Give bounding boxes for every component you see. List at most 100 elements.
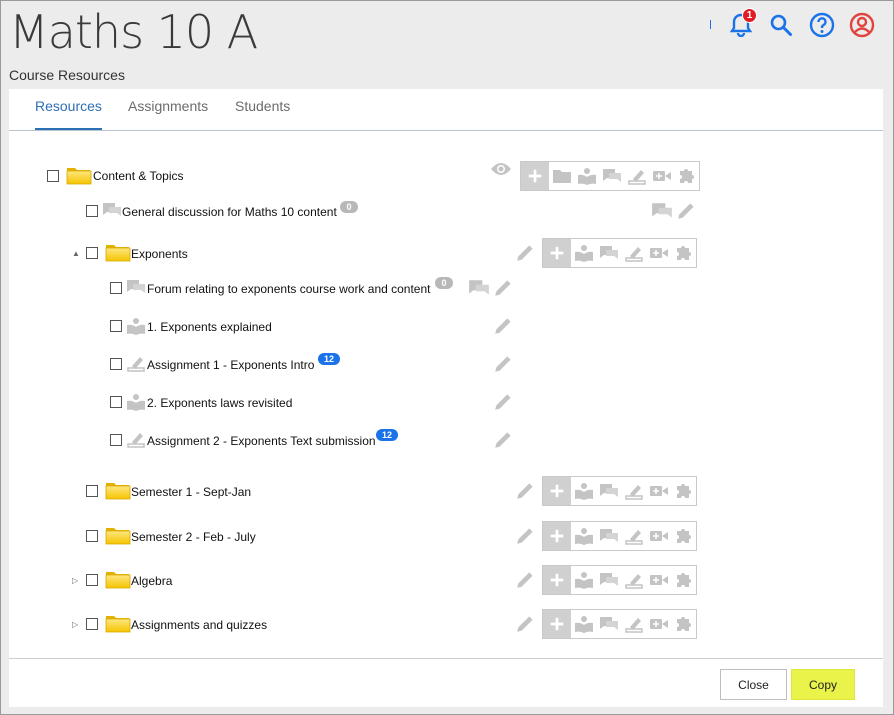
pencil-icon[interactable] <box>515 479 537 501</box>
select-checkbox[interactable] <box>110 358 122 370</box>
pencil-icon[interactable] <box>493 390 515 412</box>
add-video-button[interactable] <box>646 477 671 505</box>
add-forum-button[interactable] <box>596 566 621 594</box>
book-icon <box>574 244 594 262</box>
add-assignment-button[interactable] <box>624 162 649 190</box>
add-button[interactable] <box>543 610 571 638</box>
add-button[interactable] <box>543 522 571 550</box>
select-checkbox[interactable] <box>86 574 98 586</box>
add-button[interactable] <box>543 566 571 594</box>
tree-item-label[interactable]: Semester 1 - Sept-Jan <box>131 485 251 499</box>
add-assignment-button[interactable] <box>621 522 646 550</box>
tree-item-label[interactable]: 2. Exponents laws revisited <box>147 396 292 410</box>
tree-item-label[interactable]: Assignments and quizzes <box>131 618 267 632</box>
add-plugin-button[interactable] <box>671 239 696 267</box>
user-button[interactable] <box>848 11 876 39</box>
select-checkbox[interactable] <box>86 205 98 217</box>
expand-arrow-icon[interactable]: ▷ <box>72 620 78 629</box>
add-video-button[interactable] <box>646 522 671 550</box>
add-folder-button[interactable] <box>549 162 574 190</box>
copy-button[interactable]: Copy <box>791 669 855 700</box>
forum-icon[interactable] <box>468 277 490 299</box>
forum-icon[interactable] <box>651 200 673 222</box>
add-content-button[interactable] <box>571 566 596 594</box>
pencil-icon[interactable] <box>493 314 515 336</box>
add-forum-button[interactable] <box>596 522 621 550</box>
select-checkbox[interactable] <box>86 247 98 259</box>
collapse-arrow-icon[interactable]: ▲ <box>72 249 80 258</box>
tree-item-label[interactable]: General discussion for Maths 10 content <box>122 205 337 219</box>
pencil-icon[interactable] <box>493 352 515 374</box>
assignment-icon <box>624 527 644 545</box>
add-content-button[interactable] <box>571 477 596 505</box>
add-assignment-button[interactable] <box>621 610 646 638</box>
add-plugin-button[interactable] <box>671 610 696 638</box>
tree-item-label[interactable]: Semester 2 - Feb - July <box>131 530 256 544</box>
tab-assignments[interactable]: Assignments <box>128 98 208 114</box>
add-content-button[interactable] <box>571 522 596 550</box>
add-content-button[interactable] <box>571 239 596 267</box>
close-button[interactable]: Close <box>720 669 787 700</box>
tree-item-label[interactable]: Assignment 1 - Exponents Intro <box>147 358 314 372</box>
tree-item-label[interactable]: Content & Topics <box>93 169 184 183</box>
tree-item-label[interactable]: Forum relating to exponents course work … <box>147 282 431 296</box>
add-assignment-button[interactable] <box>621 566 646 594</box>
select-checkbox[interactable] <box>47 170 59 182</box>
pencil-icon[interactable] <box>515 524 537 546</box>
add-toolbar <box>542 565 697 595</box>
add-content-button[interactable] <box>574 162 599 190</box>
book-icon <box>577 167 597 185</box>
pencil-icon[interactable] <box>515 612 537 634</box>
pencil-icon[interactable] <box>493 276 515 298</box>
help-icon <box>809 12 835 38</box>
add-plugin-button[interactable] <box>671 522 696 550</box>
forum-icon <box>602 167 622 185</box>
pencil-icon[interactable] <box>515 568 537 590</box>
assignment-icon <box>624 615 644 633</box>
add-forum-button[interactable] <box>596 610 621 638</box>
select-checkbox[interactable] <box>110 434 122 446</box>
add-content-button[interactable] <box>571 610 596 638</box>
video-icon <box>649 527 669 545</box>
plus-icon <box>548 571 566 589</box>
add-plugin-button[interactable] <box>674 162 699 190</box>
add-video-button[interactable] <box>649 162 674 190</box>
add-button[interactable] <box>543 477 571 505</box>
eye-icon[interactable] <box>490 161 512 177</box>
add-video-button[interactable] <box>646 610 671 638</box>
select-checkbox[interactable] <box>86 530 98 542</box>
select-checkbox[interactable] <box>110 320 122 332</box>
search-button[interactable] <box>767 11 795 39</box>
select-checkbox[interactable] <box>86 618 98 630</box>
resource-tree: Content & Topics General discussion for … <box>9 131 883 658</box>
add-assignment-button[interactable] <box>621 477 646 505</box>
tab-resources[interactable]: Resources <box>35 98 102 114</box>
notifications-button[interactable]: 1 <box>727 8 757 39</box>
add-forum-button[interactable] <box>596 239 621 267</box>
add-video-button[interactable] <box>646 239 671 267</box>
tree-item-label[interactable]: Exponents <box>131 247 188 261</box>
add-plugin-button[interactable] <box>671 477 696 505</box>
pencil-icon[interactable] <box>515 241 537 263</box>
video-icon <box>649 615 669 633</box>
user-icon <box>849 12 875 38</box>
tree-item-label[interactable]: Algebra <box>131 574 172 588</box>
select-checkbox[interactable] <box>110 396 122 408</box>
add-forum-button[interactable] <box>599 162 624 190</box>
tree-item-label[interactable]: 1. Exponents explained <box>147 320 272 334</box>
expand-arrow-icon[interactable]: ▷ <box>72 576 78 585</box>
pencil-icon[interactable] <box>493 428 515 450</box>
plus-icon <box>548 527 566 545</box>
select-checkbox[interactable] <box>86 485 98 497</box>
add-button[interactable] <box>543 239 571 267</box>
pencil-icon[interactable] <box>676 199 698 221</box>
tab-students[interactable]: Students <box>235 98 290 114</box>
add-assignment-button[interactable] <box>621 239 646 267</box>
tree-item-label[interactable]: Assignment 2 - Exponents Text submission <box>147 434 376 448</box>
add-button[interactable] <box>521 162 549 190</box>
add-video-button[interactable] <box>646 566 671 594</box>
add-plugin-button[interactable] <box>671 566 696 594</box>
select-checkbox[interactable] <box>110 282 122 294</box>
help-button[interactable] <box>808 11 836 39</box>
add-forum-button[interactable] <box>596 477 621 505</box>
